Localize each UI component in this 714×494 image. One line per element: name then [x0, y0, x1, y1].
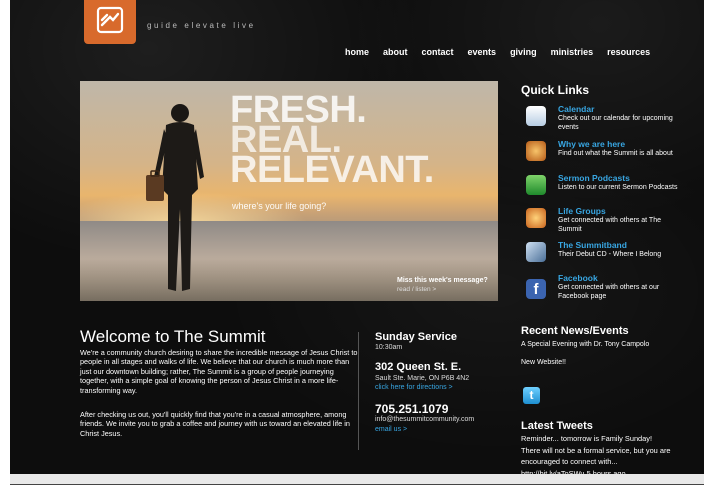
- hero-headline: FRESH. REAL. RELEVANT.: [230, 91, 434, 191]
- email-address[interactable]: info@thesummitcommunity.com: [375, 416, 474, 423]
- news-title: Recent News/Events: [521, 325, 629, 337]
- quick-link-desc: Get connected with others at our Faceboo…: [558, 284, 660, 300]
- nav-contact[interactable]: contact: [422, 47, 454, 57]
- calendar-icon: [526, 106, 546, 126]
- music-icon: [526, 242, 546, 262]
- quick-link-facebook[interactable]: f Facebook Get connected with others at …: [526, 273, 698, 313]
- phone-number: 705.251.1079: [375, 402, 449, 416]
- hero-subline: where's your life going?: [232, 201, 327, 211]
- latest-tweet: Reminder... tomorrow is Family Sunday! T…: [521, 434, 671, 478]
- quick-link-desc: Find out what the Summit is all about: [558, 150, 673, 157]
- nav-ministries[interactable]: ministries: [551, 47, 594, 57]
- quick-link-desc: Their Debut CD - Where I Belong: [558, 251, 662, 258]
- sermon-read-listen-link[interactable]: read / listen >: [397, 286, 436, 293]
- headline-line-3: RELEVANT.: [230, 149, 434, 191]
- hero-banner[interactable]: FRESH. REAL. RELEVANT. where's your life…: [80, 81, 498, 301]
- news-item[interactable]: New Website!!: [521, 359, 566, 366]
- podcast-icon: [526, 175, 546, 195]
- nav-resources[interactable]: resources: [607, 47, 650, 57]
- quick-link-life-groups[interactable]: Life Groups Get connected with others at…: [526, 206, 698, 236]
- main-nav: home about contact events giving ministr…: [345, 47, 650, 57]
- quick-link-summitband[interactable]: The Summitband Their Debut CD - Where I …: [526, 240, 698, 270]
- quick-link-title[interactable]: The Summitband: [558, 240, 627, 250]
- tagline: guide elevate live: [147, 21, 256, 30]
- service-title: Sunday Service: [375, 331, 457, 343]
- welcome-title: Welcome to The Summit: [80, 327, 266, 346]
- quick-link-desc: Get connected with others at The Summit: [558, 217, 661, 233]
- quick-link-calendar[interactable]: Calendar Check out our calendar for upco…: [526, 104, 698, 134]
- facebook-icon: f: [526, 279, 546, 299]
- twitter-icon[interactable]: t: [523, 387, 540, 404]
- nav-events[interactable]: events: [468, 47, 497, 57]
- column-divider: [358, 332, 359, 450]
- quick-link-podcasts[interactable]: Sermon Podcasts Listen to our current Se…: [526, 173, 698, 203]
- quick-link-desc: Listen to our current Sermon Podcasts: [558, 184, 678, 191]
- quick-link-title[interactable]: Sermon Podcasts: [558, 173, 630, 183]
- quick-link-desc: Check out our calendar for upcoming even…: [558, 115, 673, 131]
- email-us-link[interactable]: email us >: [375, 426, 407, 433]
- compass-icon: [526, 141, 546, 161]
- quick-link-title[interactable]: Calendar: [558, 104, 594, 114]
- nav-giving[interactable]: giving: [510, 47, 537, 57]
- logo-icon: [96, 6, 124, 34]
- directions-link[interactable]: click here for directions >: [375, 384, 453, 391]
- walking-man-image: [146, 104, 204, 291]
- sermon-prompt: Miss this week's message?: [397, 277, 488, 284]
- church-address: 302 Queen St. E.: [375, 361, 462, 373]
- people-icon: [526, 208, 546, 228]
- nav-about[interactable]: about: [383, 47, 408, 57]
- quick-link-title[interactable]: Why we are here: [558, 139, 625, 149]
- welcome-paragraph-2: After checking us out, you'll quickly fi…: [80, 410, 350, 438]
- page-frame: guide elevate live home about contact ev…: [10, 0, 704, 485]
- quick-link-title[interactable]: Life Groups: [558, 206, 606, 216]
- news-item[interactable]: A Special Evening with Dr. Tony Campolo: [521, 340, 651, 350]
- tweets-title: Latest Tweets: [521, 420, 593, 432]
- quick-link-title[interactable]: Facebook: [558, 273, 598, 283]
- church-city: Sault Ste. Marie, ON P6B 4N2: [375, 375, 470, 382]
- site-logo[interactable]: [84, 0, 136, 44]
- welcome-paragraph-1: We're a community church desiring to sha…: [80, 348, 358, 395]
- quick-link-why[interactable]: Why we are here Find out what the Summit…: [526, 139, 698, 169]
- quick-links-title: Quick Links: [521, 83, 590, 97]
- nav-home[interactable]: home: [345, 47, 369, 57]
- service-time: 10:30am: [375, 344, 403, 351]
